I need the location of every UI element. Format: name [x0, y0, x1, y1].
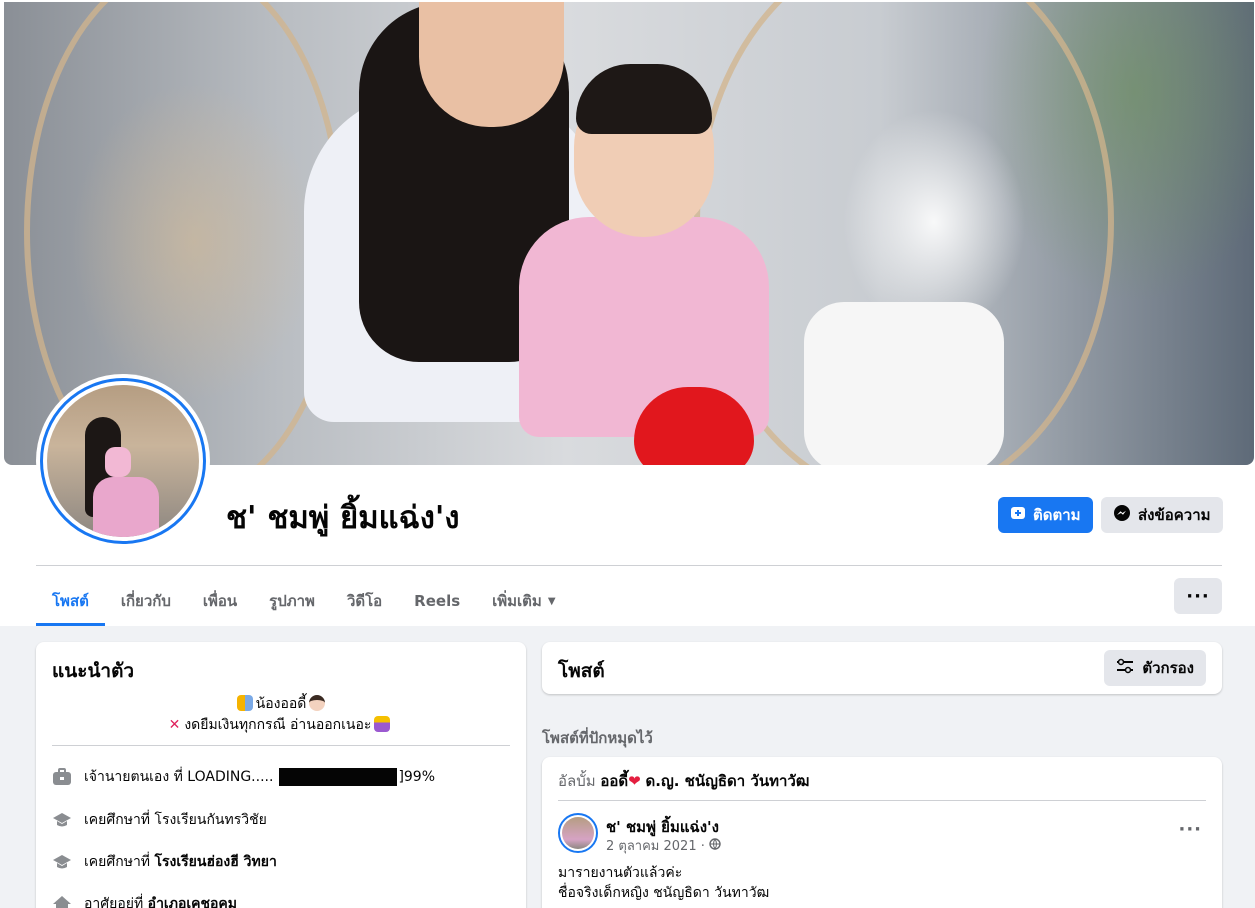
bio-text-2: งดยืมเงินทุกกรณี อ่านออกเนอะ — [184, 717, 372, 733]
caret-down-icon: ▼ — [547, 595, 556, 607]
tab-label: โพสต์ — [52, 592, 89, 610]
cover-photo[interactable] — [4, 2, 1254, 465]
filter-label: ตัวกรอง — [1142, 659, 1194, 677]
tab-posts[interactable]: โพสต์ — [36, 576, 105, 626]
follow-label: ติดตาม — [1033, 506, 1081, 524]
intro-divider — [52, 745, 510, 746]
loading-bar — [279, 768, 398, 786]
posts-title: โพสต์ — [558, 660, 605, 682]
avatar-pants — [93, 477, 159, 537]
intro-item-education-1: เคยศึกษาที่ โรงเรียนกันทรวิชัย — [52, 809, 267, 831]
pinned-posts-label: โพสต์ที่ปักหมุดไว้ — [542, 729, 653, 747]
album-line: อัลบั้ม ออดี้❤ ด.ญ. ชนัญธิดา วันทาวัฒ — [558, 769, 809, 793]
post-text-line: ชื่อจริงเด็กหญิง ชนัญธิดา วันทาวัฒ — [558, 885, 770, 901]
post-text-line: มารายงานตัวแล้วค่ะ — [558, 865, 683, 881]
graduation-cap-icon — [52, 852, 72, 872]
intro-item-value[interactable]: โรงเรียนกันทรวิชัย — [155, 809, 267, 831]
message-label: ส่งข้อความ — [1138, 506, 1211, 524]
intro-item-suffix: ]99% — [398, 769, 436, 785]
album-name[interactable]: ออดี้ — [600, 772, 628, 790]
tab-videos[interactable]: วิดีโอ — [331, 576, 398, 626]
globe-icon — [709, 837, 721, 854]
intro-item-work: เจ้านายตนเอง ที่ LOADING..... ]99% — [52, 766, 435, 788]
post-options-button[interactable]: ··· — [1178, 819, 1202, 840]
avatar-baby — [105, 447, 131, 477]
intro-item-education-2: เคยศึกษาที่ โรงเรียนฮ่องฮี วิทยา — [52, 851, 277, 873]
profile-avatar[interactable] — [36, 374, 210, 548]
post-author-avatar[interactable] — [558, 813, 598, 853]
cover-baby-hair — [576, 64, 712, 134]
graduation-cap-icon — [52, 810, 72, 830]
intro-item-value[interactable]: อำเภอเคชอคม — [148, 893, 237, 908]
heart-icon: ❤ — [628, 772, 641, 790]
tab-label: รูปภาพ — [269, 592, 315, 610]
tab-label: วิดีโอ — [346, 592, 383, 610]
filter-sliders-icon — [1116, 658, 1134, 678]
post-avatar-photo — [562, 817, 594, 849]
tab-label: เพิ่มเติม — [492, 592, 542, 610]
filter-button[interactable]: ตัวกรอง — [1104, 650, 1206, 686]
intro-item-text: เจ้านายตนเอง ที่ LOADING..... — [84, 769, 274, 785]
posts-header-card: โพสต์ ตัวกรอง — [542, 642, 1222, 694]
tab-label: Reels — [414, 592, 461, 610]
cover-pillow — [804, 302, 1004, 465]
profile-name: ช' ชมพู่ ยิ้มแฉ่ง'ง — [226, 500, 460, 536]
intro-item-value[interactable]: โรงเรียนฮ่องฮี วิทยา — [155, 851, 277, 873]
bowing-person-icon — [374, 716, 391, 732]
follow-button[interactable]: ติดตาม — [998, 497, 1093, 533]
intro-card: แนะนำตัว น้องออดี้ ✕ งดยืมเงินทุกกรณี อ่า… — [36, 642, 526, 908]
profile-tabs: โพสต์ เกี่ยวกับ เพื่อน รูปภาพ วิดีโอ Ree… — [36, 576, 572, 626]
follow-icon — [1010, 505, 1026, 525]
tab-friends[interactable]: เพื่อน — [187, 576, 253, 626]
post-date[interactable]: 2 ตุลาคม 2021 · — [606, 835, 705, 856]
tab-label: เกี่ยวกับ — [120, 592, 171, 610]
bio-text-1: น้องออดี้ — [255, 696, 307, 712]
intro-item-text: อาศัยอยู่ที่ — [84, 896, 144, 908]
pinned-post-card: อัลบั้ม ออดี้❤ ด.ญ. ชนัญธิดา วันทาวัฒ ช'… — [542, 757, 1222, 908]
album-subtitle[interactable]: ด.ญ. ชนัญธิดา วันทาวัฒ — [646, 772, 810, 790]
post-text: มารายงานตัวแล้วค่ะ ชื่อจริงเด็กหญิง ชนัญ… — [558, 863, 769, 903]
baby-face-icon — [309, 695, 326, 711]
tab-photos[interactable]: รูปภาพ — [253, 576, 331, 626]
people-holding-hands-icon — [236, 695, 253, 711]
profile-more-button[interactable]: ··· — [1174, 578, 1222, 614]
tab-label: เพื่อน — [202, 592, 238, 610]
header-divider — [36, 565, 1222, 566]
briefcase-icon — [52, 767, 72, 787]
intro-item-lives-in: อาศัยอยู่ที่ อำเภอเคชอคม — [52, 893, 237, 908]
album-prefix: อัลบั้ม — [558, 772, 596, 790]
cross-mark-icon: ✕ — [168, 717, 181, 733]
intro-item-text: เคยศึกษาที่ — [84, 854, 151, 870]
home-icon — [52, 894, 72, 908]
bio-line-1: น้องออดี้ — [52, 694, 510, 715]
post-divider — [558, 800, 1206, 801]
bio-line-2: ✕ งดยืมเงินทุกกรณี อ่านออกเนอะ — [52, 715, 510, 736]
message-button[interactable]: ส่งข้อความ — [1101, 497, 1223, 533]
tab-about[interactable]: เกี่ยวกับ — [105, 576, 187, 626]
messenger-icon — [1113, 504, 1131, 526]
tab-reels[interactable]: Reels — [398, 576, 476, 626]
intro-title: แนะนำตัว — [52, 660, 135, 682]
tab-more[interactable]: เพิ่มเติม ▼ — [476, 576, 571, 626]
intro-item-text: เคยศึกษาที่ — [84, 812, 151, 828]
avatar-photo — [47, 385, 199, 537]
post-meta: 2 ตุลาคม 2021 · — [606, 835, 721, 856]
avatar-story-ring — [40, 378, 206, 544]
intro-bio: น้องออดี้ ✕ งดยืมเงินทุกกรณี อ่านออกเนอะ — [52, 694, 510, 736]
